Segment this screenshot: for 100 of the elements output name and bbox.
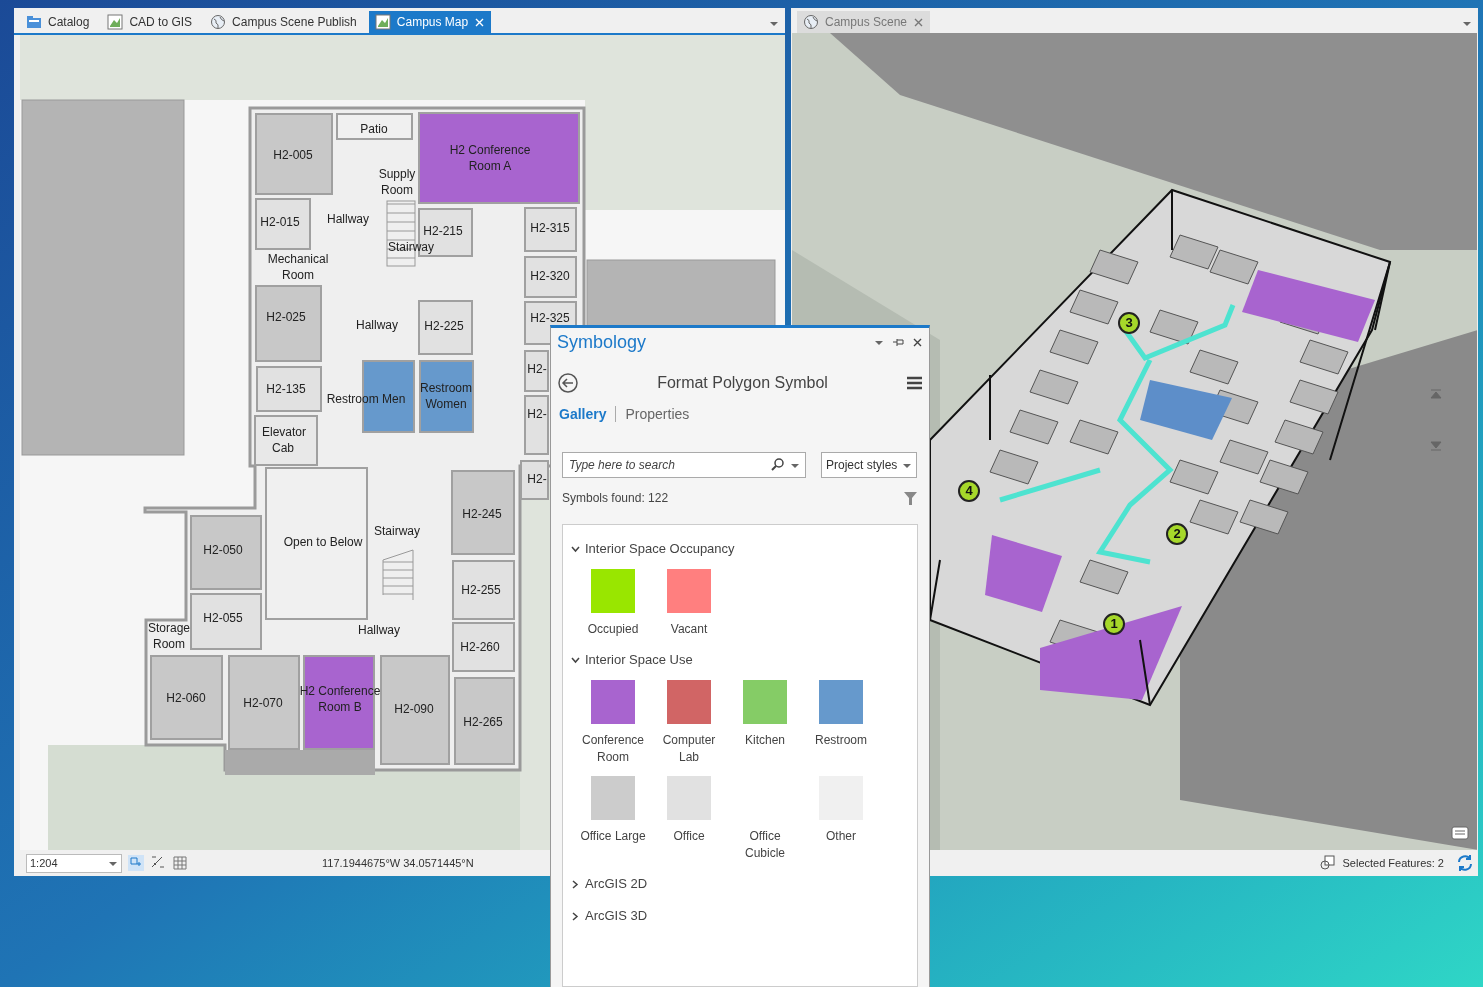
stairs-drawing xyxy=(382,549,414,601)
map-icon xyxy=(107,14,124,30)
room-label: H2-260 xyxy=(460,639,500,655)
room-shape[interactable] xyxy=(452,622,515,672)
room-label: H2-055 xyxy=(203,610,243,626)
search-icon xyxy=(771,458,784,471)
room-shape[interactable] xyxy=(520,460,549,500)
room-label: H2-225 xyxy=(424,318,464,334)
gallery-group-header[interactable]: ArcGIS 3D xyxy=(563,906,917,926)
room-label: H2-320 xyxy=(530,268,570,284)
room-shape[interactable] xyxy=(255,198,311,250)
room-shape[interactable] xyxy=(336,113,413,140)
symbol-label: Office Cubicle xyxy=(744,828,786,862)
scale-dropdown[interactable]: 1:204 xyxy=(26,853,122,873)
symbol-item[interactable]: Computer Lab xyxy=(651,680,727,766)
symbol-item[interactable]: Occupied xyxy=(575,569,651,638)
search-field[interactable]: Type here to search xyxy=(562,452,806,478)
room-label: H2-070 xyxy=(243,695,283,711)
gallery-group-header[interactable]: Interior Space Occupancy xyxy=(563,539,917,559)
pane-tab[interactable]: Gallery xyxy=(559,403,607,425)
symbol-label: Occupied xyxy=(586,621,640,638)
room-shape[interactable] xyxy=(524,207,577,252)
symbol-label: Conference Room xyxy=(580,732,645,766)
globe-icon xyxy=(210,14,227,30)
room-label: H2- xyxy=(527,471,547,487)
room-label: Open to Below xyxy=(283,534,363,550)
gallery-group-header[interactable]: Interior Space Use xyxy=(563,650,917,670)
caret-icon xyxy=(108,859,118,867)
pane-tab[interactable]: Properties xyxy=(625,403,690,425)
symbol-item[interactable]: Vacant xyxy=(651,569,727,638)
close-icon[interactable] xyxy=(912,336,923,348)
close-icon[interactable] xyxy=(474,16,486,28)
grid-icon xyxy=(172,855,188,871)
room-label: H2-255 xyxy=(461,582,501,598)
dropdown-caret-icon[interactable] xyxy=(1462,20,1472,27)
chevron-right-icon xyxy=(571,879,580,889)
room-label: Hallway xyxy=(358,622,400,638)
back-icon[interactable] xyxy=(558,373,578,393)
room-label: Supply Room xyxy=(377,166,417,198)
styles-dropdown[interactable]: Project styles xyxy=(821,452,917,478)
selected-features-count[interactable]: Selected Features: 2 xyxy=(1342,854,1444,872)
room-label: Hallway xyxy=(356,317,398,333)
menu-icon[interactable] xyxy=(907,376,922,390)
room-label: H2 Conference Room A xyxy=(448,142,532,174)
room-label: H2-215 xyxy=(423,223,463,239)
folder-icon xyxy=(26,14,42,30)
room-shape[interactable] xyxy=(524,350,549,392)
room-shape[interactable] xyxy=(418,300,473,355)
room-label: Mechanical Room xyxy=(266,251,330,283)
symbols-found-count: Symbols found: 122 xyxy=(562,490,669,507)
room-label: Stairway xyxy=(374,523,420,539)
symbol-label: Other xyxy=(825,828,857,845)
symbol-label: Restroom xyxy=(814,732,868,749)
document-tab[interactable]: Campus Map xyxy=(368,11,492,33)
room-shape[interactable] xyxy=(254,415,318,466)
map-icon xyxy=(374,14,391,30)
room-shape[interactable] xyxy=(190,593,262,650)
room-label: Hallway xyxy=(327,211,369,227)
room-shape[interactable] xyxy=(256,366,322,412)
globe-icon xyxy=(803,14,819,30)
symbol-item[interactable]: Kitchen xyxy=(727,680,803,766)
symbol-label: Kitchen xyxy=(744,732,786,749)
room-label: Restroom Women xyxy=(419,380,473,412)
message-icon[interactable] xyxy=(1451,826,1469,840)
room-shape[interactable] xyxy=(452,560,515,620)
room-label: H2-135 xyxy=(266,381,306,397)
chevron-down-icon xyxy=(571,655,580,665)
symbol-item[interactable]: Office Cubicle xyxy=(727,776,803,862)
room-shape[interactable] xyxy=(524,256,577,298)
selection-icon xyxy=(1320,855,1337,871)
snapping-icon xyxy=(150,855,166,871)
document-tab[interactable]: Campus Scene Publish xyxy=(204,11,363,33)
symbol-item[interactable]: Restroom xyxy=(803,680,879,766)
symbol-item[interactable]: Office Large xyxy=(575,776,651,862)
room-label: H2-090 xyxy=(394,701,434,717)
chevron-down-icon xyxy=(571,544,580,554)
dropdown-caret-icon[interactable] xyxy=(769,20,779,27)
symbol-label: Office xyxy=(672,828,706,845)
chevron-right-icon xyxy=(571,911,580,921)
gallery-group-header[interactable]: ArcGIS 2D xyxy=(563,874,917,894)
room-label: H2-050 xyxy=(203,542,243,558)
room-label: Stairway xyxy=(388,239,434,255)
document-tab[interactable]: Catalog xyxy=(20,11,96,33)
document-tab[interactable]: CAD to GIS xyxy=(101,11,199,33)
refresh-icon xyxy=(1456,854,1474,872)
symbol-item[interactable]: Other xyxy=(803,776,879,862)
room-label: H2-315 xyxy=(530,220,570,236)
pin-icon[interactable] xyxy=(892,337,904,347)
room-shape[interactable] xyxy=(524,395,549,455)
pane-options-caret-icon[interactable] xyxy=(874,338,884,346)
filter-icon[interactable] xyxy=(903,490,918,506)
grid-snap-icon xyxy=(128,855,144,871)
room-label: Elevator Cab xyxy=(262,424,304,456)
room-label: H2-060 xyxy=(166,690,206,706)
pane-title: Symbology xyxy=(557,330,647,354)
room-label: H2-005 xyxy=(273,147,313,163)
symbol-item[interactable]: Conference Room xyxy=(575,680,651,766)
symbol-item[interactable]: Office xyxy=(651,776,727,862)
room-label: H2- xyxy=(527,361,547,377)
room-shape[interactable] xyxy=(419,360,474,433)
